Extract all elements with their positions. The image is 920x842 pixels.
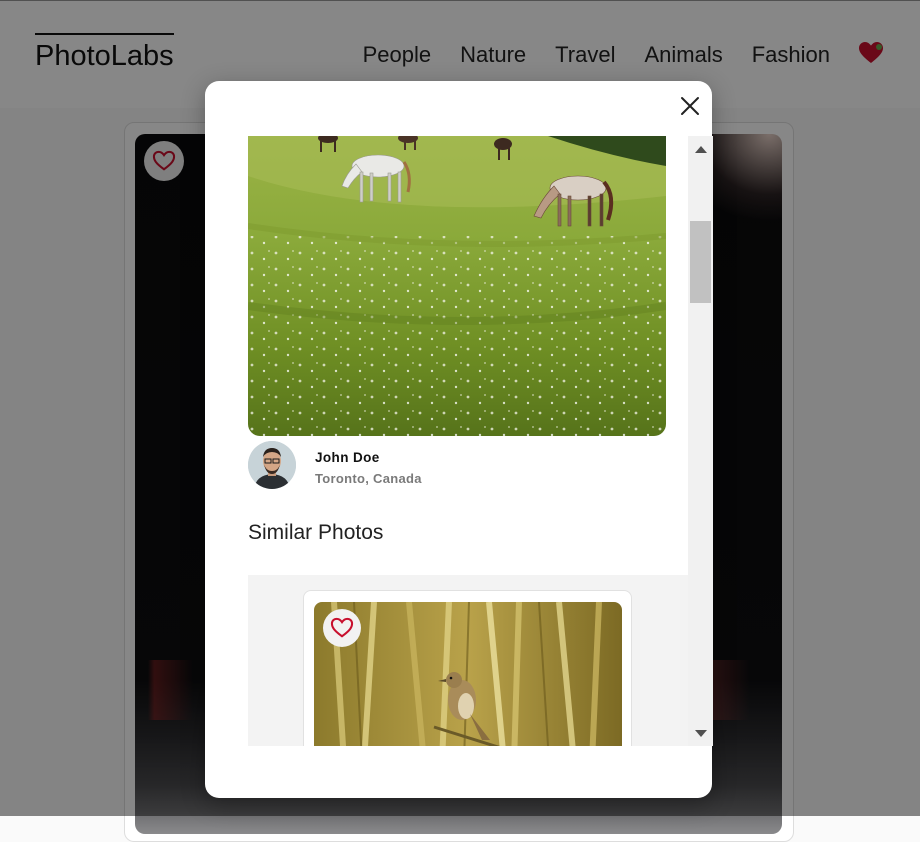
user-location: Toronto, Canada xyxy=(315,471,422,486)
photo-details-modal: John Doe Toronto, Canada Similar Photos xyxy=(205,81,713,798)
similar-photos-heading: Similar Photos xyxy=(248,521,384,544)
similar-photo-image[interactable] xyxy=(314,602,622,746)
close-icon[interactable] xyxy=(675,91,705,121)
similar-photos-list xyxy=(248,575,688,746)
photo-profile: John Doe Toronto, Canada xyxy=(248,441,666,491)
scroll-down-icon[interactable] xyxy=(695,730,707,737)
scrollbar-thumb[interactable] xyxy=(690,221,711,303)
heart-outline-icon[interactable] xyxy=(323,609,361,647)
main-photo xyxy=(248,136,666,436)
modal-scroll-area[interactable]: John Doe Toronto, Canada Similar Photos xyxy=(248,136,713,746)
user-name: John Doe xyxy=(315,450,380,465)
user-avatar xyxy=(248,441,296,489)
similar-photo-card[interactable] xyxy=(303,590,632,746)
scroll-up-icon[interactable] xyxy=(695,146,707,153)
modal-scrollbar[interactable] xyxy=(688,136,713,746)
